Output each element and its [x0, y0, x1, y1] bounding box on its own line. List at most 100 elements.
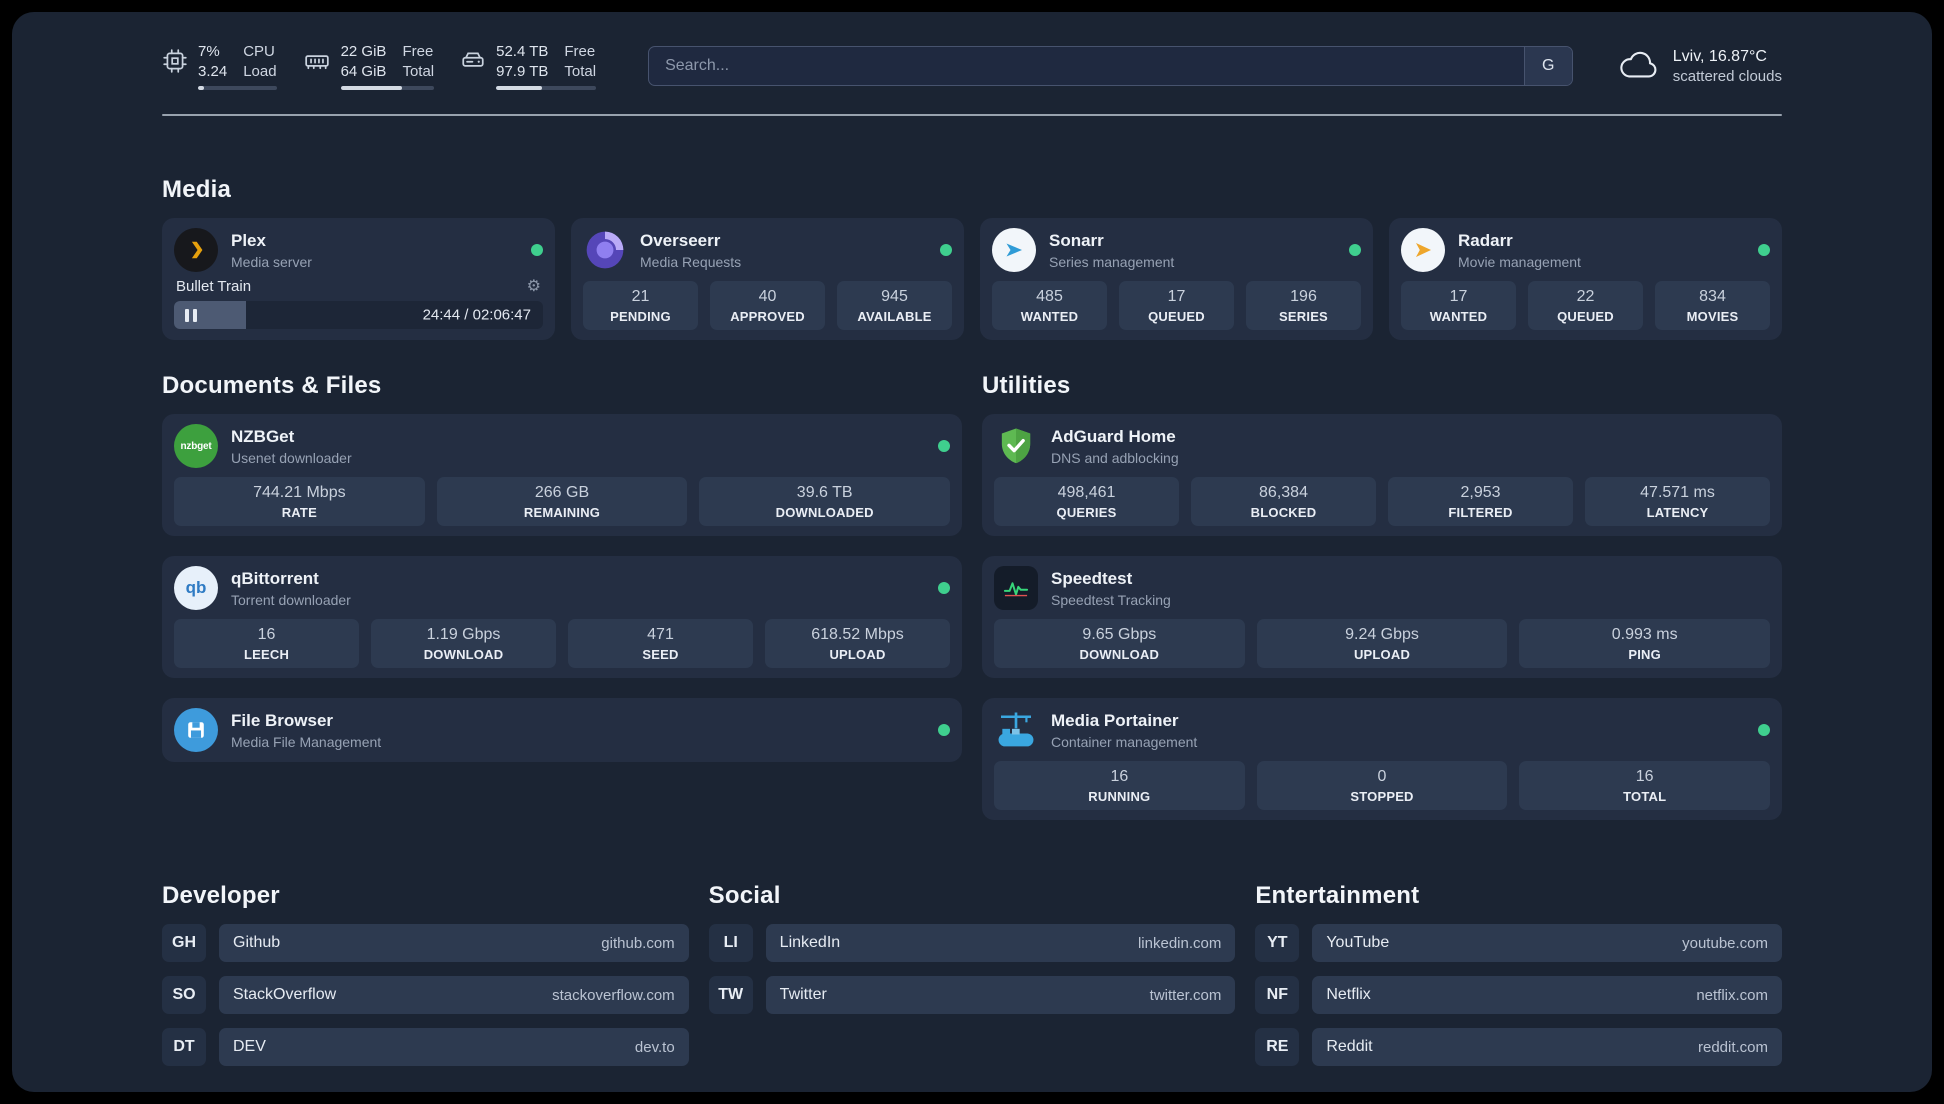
screen: 7% 3.24 CPU Load 22 GiB 64 GiB Free Tota…: [0, 0, 1944, 1104]
sonarr-logo-icon: [992, 228, 1036, 272]
app-card-qbittorrent[interactable]: qb qBittorrent Torrent downloader 16 LEE…: [162, 556, 962, 678]
middle-columns: Documents & Files nzbget NZBGet Usenet d…: [162, 372, 1782, 820]
qbittorrent-logo-icon: qb: [174, 566, 218, 610]
app-name: NZBGet: [231, 426, 295, 446]
bookmark-linkedin[interactable]: LI LinkedIn linkedin.com: [708, 924, 1236, 962]
cloud-icon: [1617, 51, 1661, 82]
app-name: Sonarr: [1049, 230, 1104, 250]
gear-icon[interactable]: ⚙: [527, 278, 541, 295]
memory-total-label: Total: [402, 62, 435, 80]
app-subtitle: Usenet downloader: [231, 449, 352, 466]
dashboard-panel: 7% 3.24 CPU Load 22 GiB 64 GiB Free Tota…: [12, 12, 1932, 1092]
app-subtitle: Torrent downloader: [231, 591, 351, 608]
portainer-logo-icon: [994, 708, 1038, 752]
app-name: Media Portainer: [1051, 710, 1179, 730]
status-dot: [1758, 244, 1770, 256]
bookmark-abbr-badge: NF: [1255, 976, 1300, 1014]
app-subtitle: Media Requests: [640, 253, 742, 270]
stat-box: 0 STOPPED: [1256, 761, 1508, 810]
playback-progress-fill: [174, 301, 247, 329]
stat-box: 834 MOVIES: [1655, 281, 1770, 330]
search-engine-button[interactable]: G: [1523, 47, 1572, 85]
app-card-adguard[interactable]: AdGuard Home DNS and adblocking 498,461 …: [982, 414, 1782, 536]
section-utilities: Utilities AdGuard Home DNS and adblockin…: [982, 372, 1782, 820]
disk-free-value: 52.4 TB: [496, 43, 549, 60]
bookmark-bar: Twitter twitter.com: [765, 976, 1236, 1014]
app-subtitle: Media File Management: [231, 733, 382, 750]
app-card-overseerr[interactable]: Overseerr Media Requests 21 PENDING 40 A…: [571, 218, 964, 340]
app-subtitle: DNS and adblocking: [1051, 449, 1179, 466]
app-card-portainer[interactable]: Media Portainer Container management 16 …: [982, 698, 1782, 820]
app-card-nzbget[interactable]: nzbget NZBGet Usenet downloader 744.21 M…: [162, 414, 962, 536]
stat-box: 22 QUEUED: [1528, 281, 1643, 330]
stat-box: 1.19 Gbps DOWNLOAD: [371, 619, 556, 668]
bookmark-stackoverflow[interactable]: SO StackOverflow stackoverflow.com: [162, 976, 689, 1014]
bookmark-bar: LinkedIn linkedin.com: [765, 924, 1236, 962]
bookmark-netflix[interactable]: NF Netflix netflix.com: [1255, 976, 1783, 1014]
stat-box: 498,461 QUERIES: [994, 477, 1179, 526]
app-name: qBittorrent: [231, 568, 319, 588]
disk-metric: 52.4 TB 97.9 TB Free Total: [460, 42, 597, 90]
section-title-entertainment: Entertainment: [1255, 882, 1420, 909]
section-developer: Developer GH Github github.com SO StackO…: [162, 882, 689, 1066]
bookmark-bar: YouTube youtube.com: [1312, 924, 1783, 962]
filebrowser-logo-icon: [174, 708, 218, 752]
app-card-speedtest[interactable]: Speedtest Speedtest Tracking 9.65 Gbps D…: [982, 556, 1782, 678]
bookmark-columns: Developer GH Github github.com SO StackO…: [162, 882, 1783, 1066]
stat-box: 9.24 Gbps UPLOAD: [1256, 619, 1508, 668]
bookmark-twitter[interactable]: TW Twitter twitter.com: [708, 976, 1236, 1014]
playback-progress-bar[interactable]: 24:44 / 02:06:47: [174, 301, 543, 329]
section-title-utilities: Utilities: [982, 372, 1071, 399]
memory-free-label: Free: [402, 43, 434, 60]
bookmark-abbr-badge: GH: [162, 924, 206, 962]
stat-box: 40 APPROVED: [710, 281, 825, 330]
bookmark-reddit[interactable]: RE Reddit reddit.com: [1255, 1028, 1783, 1066]
bookmark-bar: StackOverflow stackoverflow.com: [219, 976, 689, 1014]
app-card-filebrowser[interactable]: File Browser Media File Management: [162, 698, 962, 762]
bookmark-bar: Netflix netflix.com: [1312, 976, 1783, 1014]
cpu-metric: 7% 3.24 CPU Load: [162, 42, 277, 90]
memory-total-value: 64 GiB: [340, 62, 387, 80]
section-title-social: Social: [708, 882, 781, 909]
stat-box: 618.52 Mbps UPLOAD: [765, 619, 950, 668]
stat-box: 945 AVAILABLE: [837, 281, 952, 330]
section-entertainment: Entertainment YT YouTube youtube.com NF …: [1255, 882, 1783, 1066]
stat-box: 196 SERIES: [1246, 281, 1361, 330]
bookmark-github[interactable]: GH Github github.com: [162, 924, 689, 962]
bookmark-youtube[interactable]: YT YouTube youtube.com: [1255, 924, 1783, 962]
section-documents: Documents & Files nzbget NZBGet Usenet d…: [162, 372, 962, 820]
top-bar: 7% 3.24 CPU Load 22 GiB 64 GiB Free Tota…: [162, 42, 1782, 90]
app-name: AdGuard Home: [1051, 426, 1176, 446]
app-name: Overseerr: [640, 230, 721, 250]
bookmark-abbr-badge: YT: [1255, 924, 1300, 962]
stat-box: 39.6 TB DOWNLOADED: [699, 477, 951, 526]
app-subtitle: Speedtest Tracking: [1051, 591, 1171, 608]
section-title-media: Media: [162, 176, 232, 203]
app-card-radarr[interactable]: Radarr Movie management 17 WANTED 22 QUE…: [1389, 218, 1782, 340]
speedtest-logo-icon: [994, 566, 1038, 610]
bookmark-bar: Github github.com: [219, 924, 689, 962]
weather-condition: scattered clouds: [1672, 67, 1782, 85]
app-card-plex[interactable]: Plex Media server Bullet Train ⚙ 24:44 /…: [162, 218, 555, 340]
status-dot: [940, 244, 952, 256]
search-input[interactable]: [649, 47, 1524, 85]
ram-icon: [303, 48, 331, 74]
disk-usage-bar: [496, 86, 597, 90]
stat-box: 9.65 Gbps DOWNLOAD: [994, 619, 1245, 668]
app-card-sonarr[interactable]: Sonarr Series management 485 WANTED 17 Q…: [980, 218, 1373, 340]
media-card-grid: Plex Media server Bullet Train ⚙ 24:44 /…: [162, 218, 1782, 340]
memory-metric: 22 GiB 64 GiB Free Total: [303, 42, 435, 90]
radarr-logo-icon: [1401, 228, 1445, 272]
stat-box: 86,384 BLOCKED: [1191, 477, 1376, 526]
pause-icon[interactable]: [185, 308, 197, 322]
app-subtitle: Media server: [231, 253, 312, 270]
cpu-load-label: Load: [243, 62, 277, 80]
section-media: Media Plex Media server Bullet Train ⚙ 2…: [162, 176, 1782, 340]
disk-free-label: Free: [564, 43, 596, 60]
bookmark-dev[interactable]: DT DEV dev.to: [162, 1028, 689, 1066]
weather-widget: Lviv, 16.87°C scattered clouds: [1617, 48, 1782, 85]
disk-total-value: 97.9 TB: [496, 62, 549, 80]
stat-box: 485 WANTED: [992, 281, 1107, 330]
section-title-documents: Documents & Files: [162, 372, 382, 399]
memory-free-value: 22 GiB: [340, 43, 387, 60]
